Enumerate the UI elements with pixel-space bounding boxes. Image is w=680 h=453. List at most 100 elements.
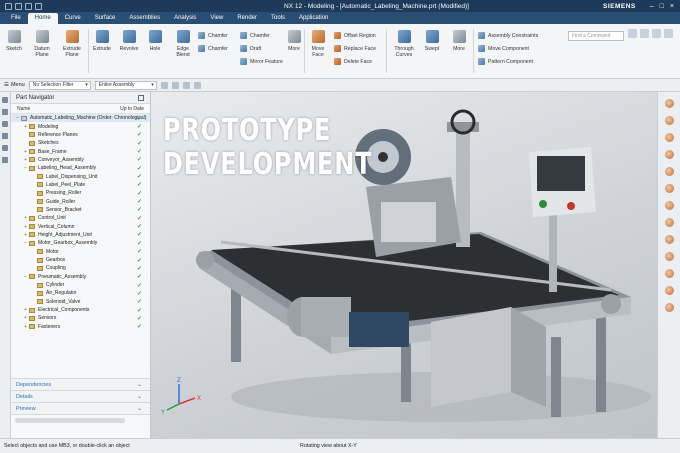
extrude-button[interactable]: Extrude (90, 30, 114, 52)
snap-icon[interactable] (160, 81, 168, 89)
tree-row[interactable]: Reference Planes ✓ (11, 131, 150, 139)
selection-scope-dropdown[interactable]: Entire Assembly (94, 80, 157, 90)
tree-row[interactable]: + Modeling ✓ (11, 122, 150, 131)
expand-toggle-icon[interactable]: − (15, 115, 20, 121)
role-icon[interactable] (664, 167, 674, 176)
expand-toggle-icon[interactable]: + (23, 324, 28, 330)
swept-button[interactable]: Swept (420, 30, 444, 52)
through-curves-button[interactable]: Through Curves (390, 30, 418, 58)
tree-row[interactable]: Solenoid_Valve ✓ (11, 298, 150, 306)
move-face-button[interactable]: Move Face (306, 30, 330, 58)
tree-row[interactable]: Air_Regulator ✓ (11, 289, 150, 297)
tree-row[interactable]: + Sensors ✓ (11, 314, 150, 322)
tree-row[interactable]: − Labeling_Head_Assembly ✓ (11, 164, 150, 172)
maximize-icon[interactable]: □ (660, 3, 664, 10)
window-switch-icon[interactable] (35, 2, 42, 10)
more-button-2[interactable]: More (447, 30, 471, 52)
tab-curve[interactable]: Curve (58, 13, 88, 24)
redo-icon[interactable] (25, 2, 32, 10)
tree-row[interactable]: Cylinder ✓ (11, 281, 150, 289)
tab-assemblies[interactable]: Assemblies (122, 13, 167, 24)
role-icon[interactable] (664, 116, 674, 125)
revolve-button[interactable]: Revolve (117, 30, 141, 52)
part-navigator-tab-icon[interactable] (2, 97, 8, 103)
role-icon[interactable] (664, 99, 674, 108)
command-search-input[interactable]: Find a Command (568, 31, 624, 41)
tab-file[interactable]: File (4, 13, 28, 24)
graphics-window[interactable]: Z X Y PROTOTYPE DEVELOPMENT (151, 92, 657, 438)
tab-view[interactable]: View (203, 13, 230, 24)
horizontal-scrollbar[interactable] (11, 414, 150, 426)
replace-face-button[interactable]: Replace Face (334, 45, 376, 52)
move-component-button[interactable]: Move Component (478, 45, 529, 52)
role-icon[interactable] (664, 303, 674, 312)
tab-surface[interactable]: Surface (88, 13, 123, 24)
expand-toggle-icon[interactable]: + (23, 315, 28, 321)
reuse-library-tab-icon[interactable] (2, 133, 8, 139)
scrollbar-thumb[interactable] (15, 418, 125, 423)
expand-toggle-icon[interactable]: − (23, 165, 28, 171)
more-button-1[interactable]: More (282, 30, 306, 52)
chamfer-button-2[interactable]: Chamfer (198, 45, 228, 52)
tree-row[interactable]: + Vertical_Column ✓ (11, 222, 150, 231)
ribbon-options-icon[interactable] (652, 29, 661, 38)
chamfer-button-1[interactable]: Chamfer (198, 32, 228, 39)
expand-toggle-icon[interactable]: + (23, 124, 28, 130)
tree-row[interactable]: Sensor_Bracket ✓ (11, 206, 150, 214)
minimize-ribbon-icon[interactable] (664, 29, 673, 38)
undo-icon[interactable] (15, 2, 22, 10)
expand-toggle-icon[interactable]: + (23, 157, 28, 163)
tree-row[interactable]: Motor ✓ (11, 248, 150, 256)
dependencies-panel[interactable]: Dependencies ⌄ (11, 378, 150, 390)
constraint-navigator-tab-icon[interactable] (2, 121, 8, 127)
offset-region-button[interactable]: Offset Region (334, 32, 376, 39)
edge-blend-button[interactable]: Edge Blend (171, 30, 195, 58)
role-icon[interactable] (664, 201, 674, 210)
assembly-constraints-button[interactable]: Assembly Constraints (478, 32, 538, 39)
expand-toggle-icon[interactable]: + (23, 215, 28, 221)
tab-render[interactable]: Render (230, 13, 264, 24)
tree-row[interactable]: + Height_Adjustment_Unit ✓ (11, 231, 150, 239)
tree-row[interactable]: + Conveyor_Assembly ✓ (11, 156, 150, 164)
pattern-component-button[interactable]: Pattern Component (478, 58, 533, 65)
tree-row[interactable]: Pressing_Roller ✓ (11, 189, 150, 197)
tree-row[interactable]: Coupling ✓ (11, 264, 150, 272)
expand-toggle-icon[interactable]: − (23, 240, 28, 246)
tree-row[interactable]: + Electrical_Components ✓ (11, 306, 150, 314)
role-icon[interactable] (664, 218, 674, 227)
extrude-plane-button[interactable]: Extrude Plane (60, 30, 84, 58)
hole-button[interactable]: Hole (143, 30, 167, 52)
search-icon[interactable] (628, 29, 637, 38)
selection-filter-dropdown[interactable]: No Selection Filter (28, 80, 91, 90)
roles-tab-icon[interactable] (2, 157, 8, 163)
tree-row[interactable]: + Base_Frame ✓ (11, 147, 150, 156)
point-icon[interactable] (182, 81, 190, 89)
pin-icon[interactable] (138, 95, 144, 101)
tab-analysis[interactable]: Analysis (167, 13, 203, 24)
role-icon[interactable] (664, 235, 674, 244)
minimize-icon[interactable]: – (650, 3, 654, 10)
preview-panel[interactable]: Preview ⌄ (11, 402, 150, 414)
tab-application[interactable]: Application (292, 13, 335, 24)
tree-row[interactable]: − Pneumatic_Assembly ✓ (11, 273, 150, 281)
tree-row[interactable]: Label_Dispensing_Unit ✓ (11, 172, 150, 180)
role-icon[interactable] (664, 252, 674, 261)
tree-row[interactable]: Gearbox ✓ (11, 256, 150, 264)
tree-row[interactable]: Sketches ✓ (11, 139, 150, 147)
draft-button[interactable]: Draft (240, 45, 261, 52)
tree-row[interactable]: + Fasteners ✓ (11, 323, 150, 331)
role-icon[interactable] (664, 150, 674, 159)
expand-toggle-icon[interactable]: + (23, 224, 28, 230)
fit-icon[interactable] (193, 81, 201, 89)
tab-home[interactable]: Home (27, 13, 58, 24)
column-up-to-date[interactable]: Up to Date (120, 104, 144, 113)
tree-row[interactable]: − Motor_Gearbox_Assembly ✓ (11, 239, 150, 247)
help-icon[interactable] (640, 29, 649, 38)
role-icon[interactable] (664, 269, 674, 278)
chamfer-button-3[interactable]: Chamfer (240, 32, 270, 39)
role-icon[interactable] (664, 133, 674, 142)
delete-face-button[interactable]: Delete Face (334, 58, 372, 65)
history-tab-icon[interactable] (2, 145, 8, 151)
details-panel[interactable]: Details ⌄ (11, 390, 150, 402)
select-icon[interactable] (171, 81, 179, 89)
